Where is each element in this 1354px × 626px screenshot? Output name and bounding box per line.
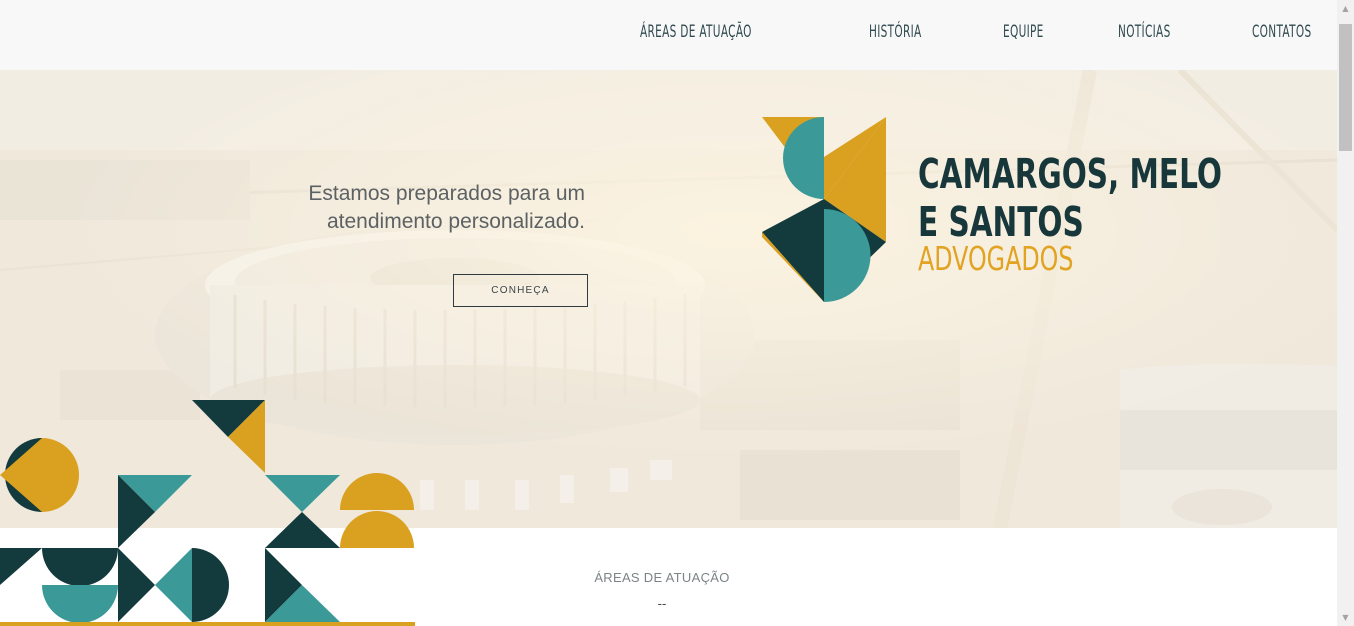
hero-tagline-line1: Estamos preparados para um bbox=[308, 182, 585, 205]
firm-logo-icon bbox=[762, 117, 886, 302]
conheca-button[interactable]: CONHEÇA bbox=[453, 274, 588, 307]
section-title-areas: ÁREAS DE ATUAÇÃO bbox=[594, 570, 730, 585]
top-nav-bar: ÁREAS DE ATUAÇÃO HISTÓRIA EQUIPE NOTÍCIA… bbox=[0, 0, 1337, 70]
hero-tagline: Estamos preparados para um atendimento p… bbox=[240, 180, 585, 236]
scroll-up-arrow-icon[interactable]: ▲ bbox=[1337, 0, 1354, 17]
nav-item-historia[interactable]: HISTÓRIA bbox=[869, 22, 922, 42]
nav-item-areas-de-atuacao[interactable]: ÁREAS DE ATUAÇÃO bbox=[640, 22, 752, 42]
hero-tagline-line2: atendimento personalizado. bbox=[326, 210, 585, 233]
vertical-scrollbar[interactable]: ▲ ▼ bbox=[1337, 0, 1354, 626]
wordmark-line1: CAMARGOS, MELO bbox=[918, 150, 1222, 198]
firm-wordmark: CAMARGOS, MELO E SANTOS ADVOGADOS bbox=[918, 150, 1337, 276]
nav-item-contatos[interactable]: CONTATOS bbox=[1252, 22, 1311, 42]
geometric-pattern-decoration bbox=[0, 400, 415, 626]
main-navigation: ÁREAS DE ATUAÇÃO HISTÓRIA EQUIPE NOTÍCIA… bbox=[640, 0, 1354, 64]
scrollbar-thumb[interactable] bbox=[1339, 24, 1352, 151]
nav-item-noticias[interactable]: NOTÍCIAS bbox=[1118, 22, 1171, 42]
wordmark-line3: ADVOGADOS bbox=[918, 239, 1074, 278]
scroll-down-arrow-icon[interactable]: ▼ bbox=[1337, 609, 1354, 626]
section-separator: -- bbox=[657, 596, 667, 611]
nav-item-equipe[interactable]: EQUIPE bbox=[1003, 22, 1044, 42]
